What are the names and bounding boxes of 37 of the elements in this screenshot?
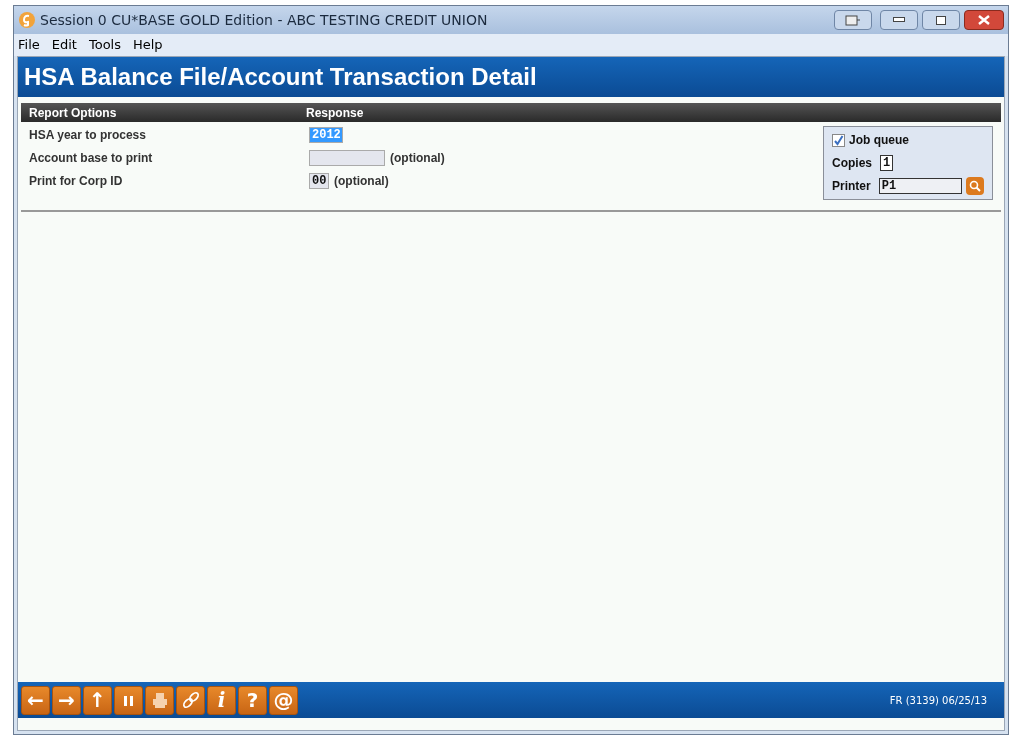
minimize-button[interactable] <box>880 10 918 30</box>
column-header: Report Options <box>28 104 118 122</box>
close-button[interactable] <box>964 10 1004 30</box>
field-label: HSA year to process <box>28 126 147 144</box>
printer-field[interactable]: P1 <box>878 178 963 194</box>
input-field[interactable] <box>309 149 385 166</box>
close-icon <box>978 15 990 25</box>
zoom-icon <box>969 180 982 192</box>
lookup-button[interactable] <box>966 177 984 195</box>
page-header: HSA Balance File/Account Transaction Detail <box>18 57 1004 97</box>
optional-note: (optional) <box>334 172 389 190</box>
status-text: FR (3139) 06/25/13 <box>889 693 987 708</box>
window-icon <box>845 14 861 26</box>
restore-button[interactable] <box>834 10 872 30</box>
field-label: Account base to print <box>28 149 154 167</box>
copies-field[interactable]: 1 <box>880 155 894 171</box>
menu-item[interactable]: Help <box>133 35 163 55</box>
menu-item[interactable]: Edit <box>51 35 77 55</box>
printer-button[interactable] <box>145 685 174 715</box>
link-button[interactable] <box>176 685 205 715</box>
menu-item[interactable]: File <box>18 35 40 55</box>
app-logo-icon <box>18 11 36 29</box>
maximize-button[interactable] <box>922 10 960 30</box>
field-label: Print for Corp ID <box>28 172 124 190</box>
window-title: Session 0 CU*BASE GOLD Edition - ABC TESTING CREDIT UNION <box>40 10 488 30</box>
job-queue-checkbox[interactable] <box>832 133 845 147</box>
link-icon <box>180 690 201 710</box>
optional-note: (optional) <box>390 149 445 167</box>
printer-label: Printer <box>832 178 871 195</box>
maximize-icon <box>936 15 946 25</box>
pause-button[interactable] <box>114 685 143 715</box>
column-header: Response <box>306 104 364 122</box>
copies-label: Copies <box>832 155 872 172</box>
input-field[interactable]: 00 <box>309 172 329 189</box>
menu-item[interactable]: Tools <box>88 35 121 55</box>
minimize-icon <box>893 17 905 23</box>
job-queue-label: Job queue <box>849 132 909 149</box>
